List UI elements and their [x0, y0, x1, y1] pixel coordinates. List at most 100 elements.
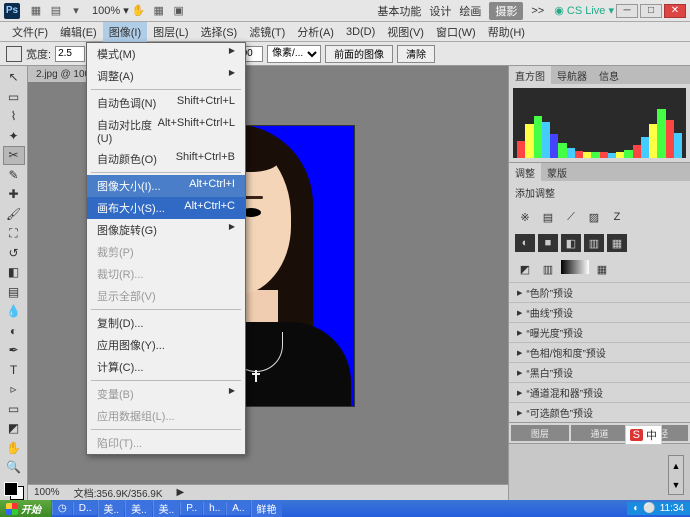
gradient-map-icon[interactable] [561, 260, 589, 274]
pen-tool[interactable]: ✒ [3, 341, 25, 360]
workspace-photography[interactable]: 摄影 [489, 2, 523, 20]
zoom-display[interactable]: 100% ▾ [92, 4, 129, 17]
color-swatch[interactable] [4, 482, 24, 500]
path-tool[interactable]: ▹ [3, 380, 25, 399]
system-tray[interactable]: ◐⚪11:34 [627, 502, 690, 515]
status-zoom[interactable]: 100% [34, 487, 60, 498]
menu-item[interactable]: 应用图像(Y)... [87, 334, 245, 356]
tab-navigator[interactable]: 导航器 [551, 66, 593, 85]
task-item[interactable]: 美.. [125, 500, 152, 517]
task-item[interactable]: P.. [180, 502, 202, 515]
tab-masks[interactable]: 蒙版 [541, 163, 573, 182]
tab-histogram[interactable]: 直方图 [509, 66, 551, 85]
workspace-design[interactable]: 设计 [429, 3, 451, 19]
vibrance-icon[interactable]: Z [607, 208, 627, 226]
menu-item[interactable]: 图像大小(I)...Alt+Ctrl+I [87, 175, 245, 197]
marquee-tool[interactable]: ▭ [3, 88, 25, 107]
selective-color-icon[interactable]: ▦ [592, 260, 612, 278]
menu-item[interactable]: 复制(D)... [87, 312, 245, 334]
dodge-tool[interactable]: ◐ [3, 322, 25, 341]
start-button[interactable]: 开始 [0, 500, 51, 517]
shape-tool[interactable]: ▭ [3, 400, 25, 419]
task-item[interactable]: 美.. [153, 500, 180, 517]
heal-tool[interactable]: ✚ [3, 185, 25, 204]
menu-item[interactable]: 图像旋转(G) [87, 219, 245, 241]
menu-item[interactable]: 计算(C)... [87, 356, 245, 378]
task-item[interactable]: 鲜艳 [251, 500, 282, 517]
color-balance-icon[interactable]: ■ [538, 234, 558, 252]
preset-exposure[interactable]: “曝光度”预设 [509, 322, 690, 342]
3d-tool[interactable]: ◩ [3, 419, 25, 438]
menu-item[interactable]: 自动色调(N)Shift+Ctrl+L [87, 92, 245, 114]
width-input[interactable] [55, 46, 85, 62]
levels-icon[interactable]: ▤ [538, 208, 558, 226]
screen-mode-icon[interactable]: ▣ [170, 3, 188, 19]
mini-channels[interactable]: 通道 [571, 425, 629, 441]
tab-info[interactable]: 信息 [593, 66, 625, 85]
menu-file[interactable]: 文件(F) [6, 22, 54, 42]
task-item[interactable]: ◷ [52, 502, 72, 515]
menu-item[interactable]: 自动颜色(O)Shift+Ctrl+B [87, 148, 245, 170]
curves-icon[interactable]: ⟋ [561, 208, 581, 226]
cs-live[interactable]: ◉ CS Live ▾ [554, 4, 614, 17]
bridge-icon[interactable]: ▦ [27, 3, 45, 19]
invert-icon[interactable]: ◩ [515, 260, 535, 278]
type-tool[interactable]: T [3, 361, 25, 380]
preset-levels[interactable]: “色阶”预设 [509, 282, 690, 302]
task-item[interactable]: 美.. [98, 500, 125, 517]
menu-layer[interactable]: 图层(L) [147, 22, 194, 42]
workspace-painting[interactable]: 绘画 [459, 3, 481, 19]
menu-item[interactable]: 自动对比度(U)Alt+Shift+Ctrl+L [87, 114, 245, 148]
posterize-icon[interactable]: ▥ [538, 260, 558, 278]
menu-window[interactable]: 窗口(W) [430, 22, 482, 42]
brightness-icon[interactable]: ※ [515, 208, 535, 226]
gradient-tool[interactable]: ▤ [3, 283, 25, 302]
tab-adjustments[interactable]: 调整 [509, 163, 541, 182]
menu-image[interactable]: 图像(I) [103, 22, 147, 42]
history-brush-tool[interactable]: ↺ [3, 244, 25, 263]
ime-indicator[interactable]: S中 [625, 425, 662, 445]
bw-icon[interactable]: ◧ [561, 234, 581, 252]
photo-filter-icon[interactable]: ▥ [584, 234, 604, 252]
menu-help[interactable]: 帮助(H) [482, 22, 531, 42]
unit-select[interactable]: 像素/... [267, 45, 321, 63]
preset-selective-color[interactable]: “可选颜色”预设 [509, 402, 690, 422]
menu-view[interactable]: 视图(V) [381, 22, 430, 42]
page-scroller[interactable]: ▲▼ [668, 455, 684, 495]
crop-tool[interactable]: ✂ [3, 146, 25, 165]
task-item[interactable]: A.. [226, 502, 249, 515]
stamp-tool[interactable]: ⛶ [3, 224, 25, 243]
wand-tool[interactable]: ✦ [3, 127, 25, 146]
menu-item[interactable]: 画布大小(S)...Alt+Ctrl+C [87, 197, 245, 219]
close-button[interactable]: ✕ [664, 4, 686, 18]
menu-analysis[interactable]: 分析(A) [291, 22, 340, 42]
menu-3d[interactable]: 3D(D) [340, 24, 381, 40]
clear-button[interactable]: 清除 [397, 45, 435, 63]
task-item[interactable]: h.. [203, 502, 225, 515]
move-tool[interactable]: ↖ [3, 68, 25, 87]
minimize-button[interactable]: ─ [616, 4, 638, 18]
mini-layers[interactable]: 图层 [511, 425, 569, 441]
menu-select[interactable]: 选择(S) [195, 22, 244, 42]
maximize-button[interactable]: □ [640, 4, 662, 18]
task-item[interactable]: D.. [73, 502, 97, 515]
arrange-icon[interactable]: ▦ [150, 3, 168, 19]
eraser-tool[interactable]: ◧ [3, 263, 25, 282]
exposure-icon[interactable]: ▨ [584, 208, 604, 226]
hand-icon[interactable]: ✋ [130, 3, 148, 19]
workspace-essentials[interactable]: 基本功能 [377, 3, 421, 19]
menu-item[interactable]: 调整(A) [87, 65, 245, 87]
preset-curves[interactable]: “曲线”预设 [509, 302, 690, 322]
preset-channel-mixer[interactable]: “通道混和器”预设 [509, 382, 690, 402]
view-extras-icon[interactable]: ▾ [67, 3, 85, 19]
preset-bw[interactable]: “黑白”预设 [509, 362, 690, 382]
zoom-tool[interactable]: 🔍 [3, 458, 25, 477]
workspace-more[interactable]: >> [531, 5, 544, 17]
hand-tool[interactable]: ✋ [3, 439, 25, 458]
lasso-tool[interactable]: ⌇ [3, 107, 25, 126]
channel-mixer-icon[interactable]: ▦ [607, 234, 627, 252]
eyedropper-tool[interactable]: ✎ [3, 166, 25, 185]
preset-hue[interactable]: “色相/饱和度”预设 [509, 342, 690, 362]
menu-item[interactable]: 模式(M) [87, 43, 245, 65]
menu-filter[interactable]: 滤镜(T) [243, 22, 291, 42]
